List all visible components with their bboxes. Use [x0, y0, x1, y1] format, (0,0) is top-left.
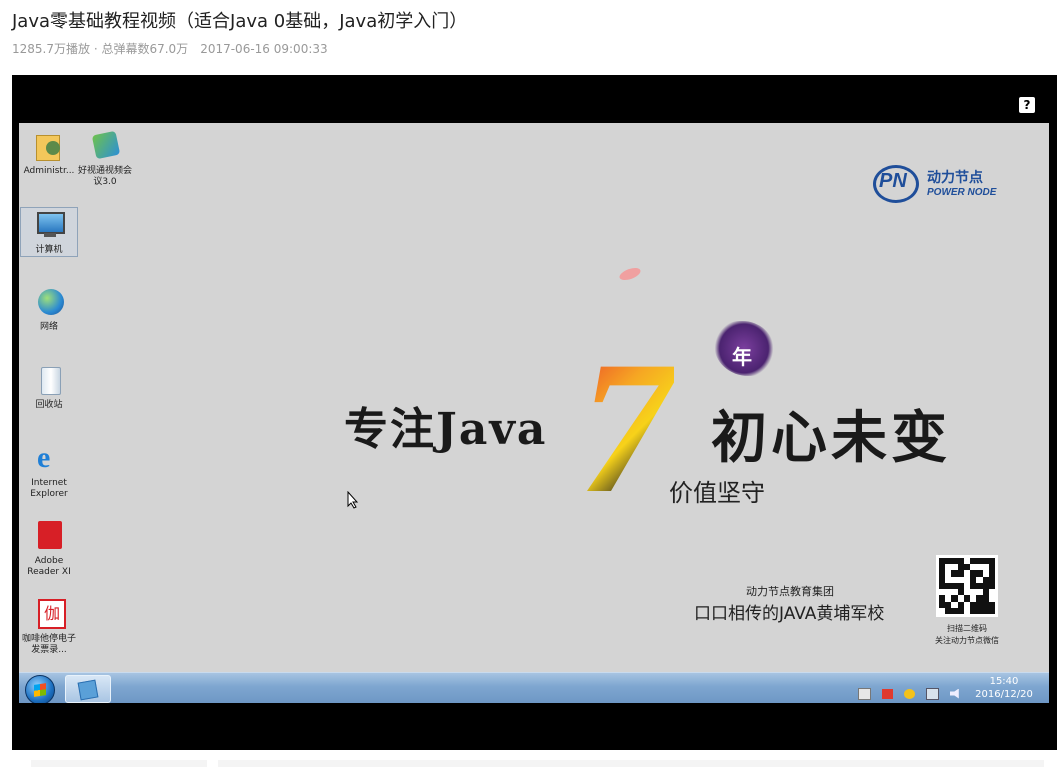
publish-time: 2017-06-16 09:00:33	[200, 42, 328, 56]
desktop-icon-internet-explorer: e Internet Explorer	[30, 441, 68, 500]
video-frame-desktop: Administr... 好视通视频会议3.0 计算机 网络 回收站 e Int…	[19, 123, 1049, 703]
danmaku-count: 总弹幕数67.0万	[101, 42, 189, 56]
video-title: Java零基础教程视频（适合Java 0基础，Java初学入门）	[12, 11, 468, 32]
desktop-icon-adobe-reader: Adobe Reader XI	[21, 519, 77, 578]
desktop-icon-app-shortcut: 伽 咖啡他停电子发票录...	[21, 597, 77, 656]
qr-caption-1: 扫描二维码	[947, 624, 987, 633]
security-icon[interactable]	[903, 688, 915, 699]
taskbar-clock[interactable]: 15:40 2016/12/20	[969, 675, 1039, 701]
ie-icon: e	[37, 441, 51, 474]
play-count: 1285.7万播放	[12, 42, 90, 56]
desktop-icon-recycle-bin: 回收站	[21, 363, 77, 411]
petal-decoration	[617, 265, 643, 283]
taskbar-app-button[interactable]	[65, 675, 111, 703]
volume-icon[interactable]	[950, 688, 959, 699]
slogan-right: 初心未变	[711, 405, 951, 471]
taskbar: 15:40 2016/12/20	[19, 672, 1049, 703]
video-meta: 1285.7万播放 · 总弹幕数67.0万 2017-06-16 09:00:33	[12, 40, 328, 57]
recycle-bin-icon	[32, 363, 66, 397]
help-button[interactable]: ?	[1019, 97, 1035, 113]
slogan-left: 专注Java	[344, 404, 548, 455]
video-conference-icon	[77, 679, 99, 701]
adobe-reader-icon	[32, 519, 66, 553]
video-conference-icon	[88, 129, 122, 163]
desktop-icon-video-conference: 好视通视频会议3.0	[77, 129, 133, 188]
qr-code	[936, 555, 998, 617]
bottom-panel-left	[31, 760, 207, 767]
keyboard-icon[interactable]	[857, 687, 871, 700]
sub-slogan: 价值坚守	[669, 479, 765, 507]
app-shortcut-icon: 伽	[32, 597, 66, 631]
qr-caption-2: 关注动力节点微信	[935, 636, 999, 645]
flag-icon[interactable]	[881, 688, 893, 699]
tagline: 口口相传的JAVA黄埔军校	[694, 604, 885, 624]
windows-logo-icon	[34, 683, 46, 697]
start-button[interactable]	[25, 675, 55, 703]
video-player[interactable]: ? Administr... 好视通视频会议3.0 计算机 网络 回收站 e I…	[12, 75, 1057, 750]
bottom-panel-right	[218, 760, 1044, 767]
network-icon	[32, 285, 66, 319]
desktop-icon-computer: 计算机	[20, 207, 78, 257]
desktop-icon-administrator: Administr...	[21, 129, 77, 177]
group-name: 动力节点教育集团	[746, 585, 834, 598]
desktop-icon-network: 网络	[21, 285, 77, 333]
mouse-cursor-icon	[347, 491, 359, 509]
user-folder-icon	[32, 129, 66, 163]
power-node-logo: PN 动力节点 POWER NODE	[873, 163, 1003, 205]
network-tray-icon[interactable]	[925, 687, 939, 700]
big-seven: 7	[579, 323, 674, 533]
computer-icon	[32, 208, 66, 242]
year-char: 年	[732, 345, 752, 369]
meta-separator: ·	[90, 42, 102, 56]
